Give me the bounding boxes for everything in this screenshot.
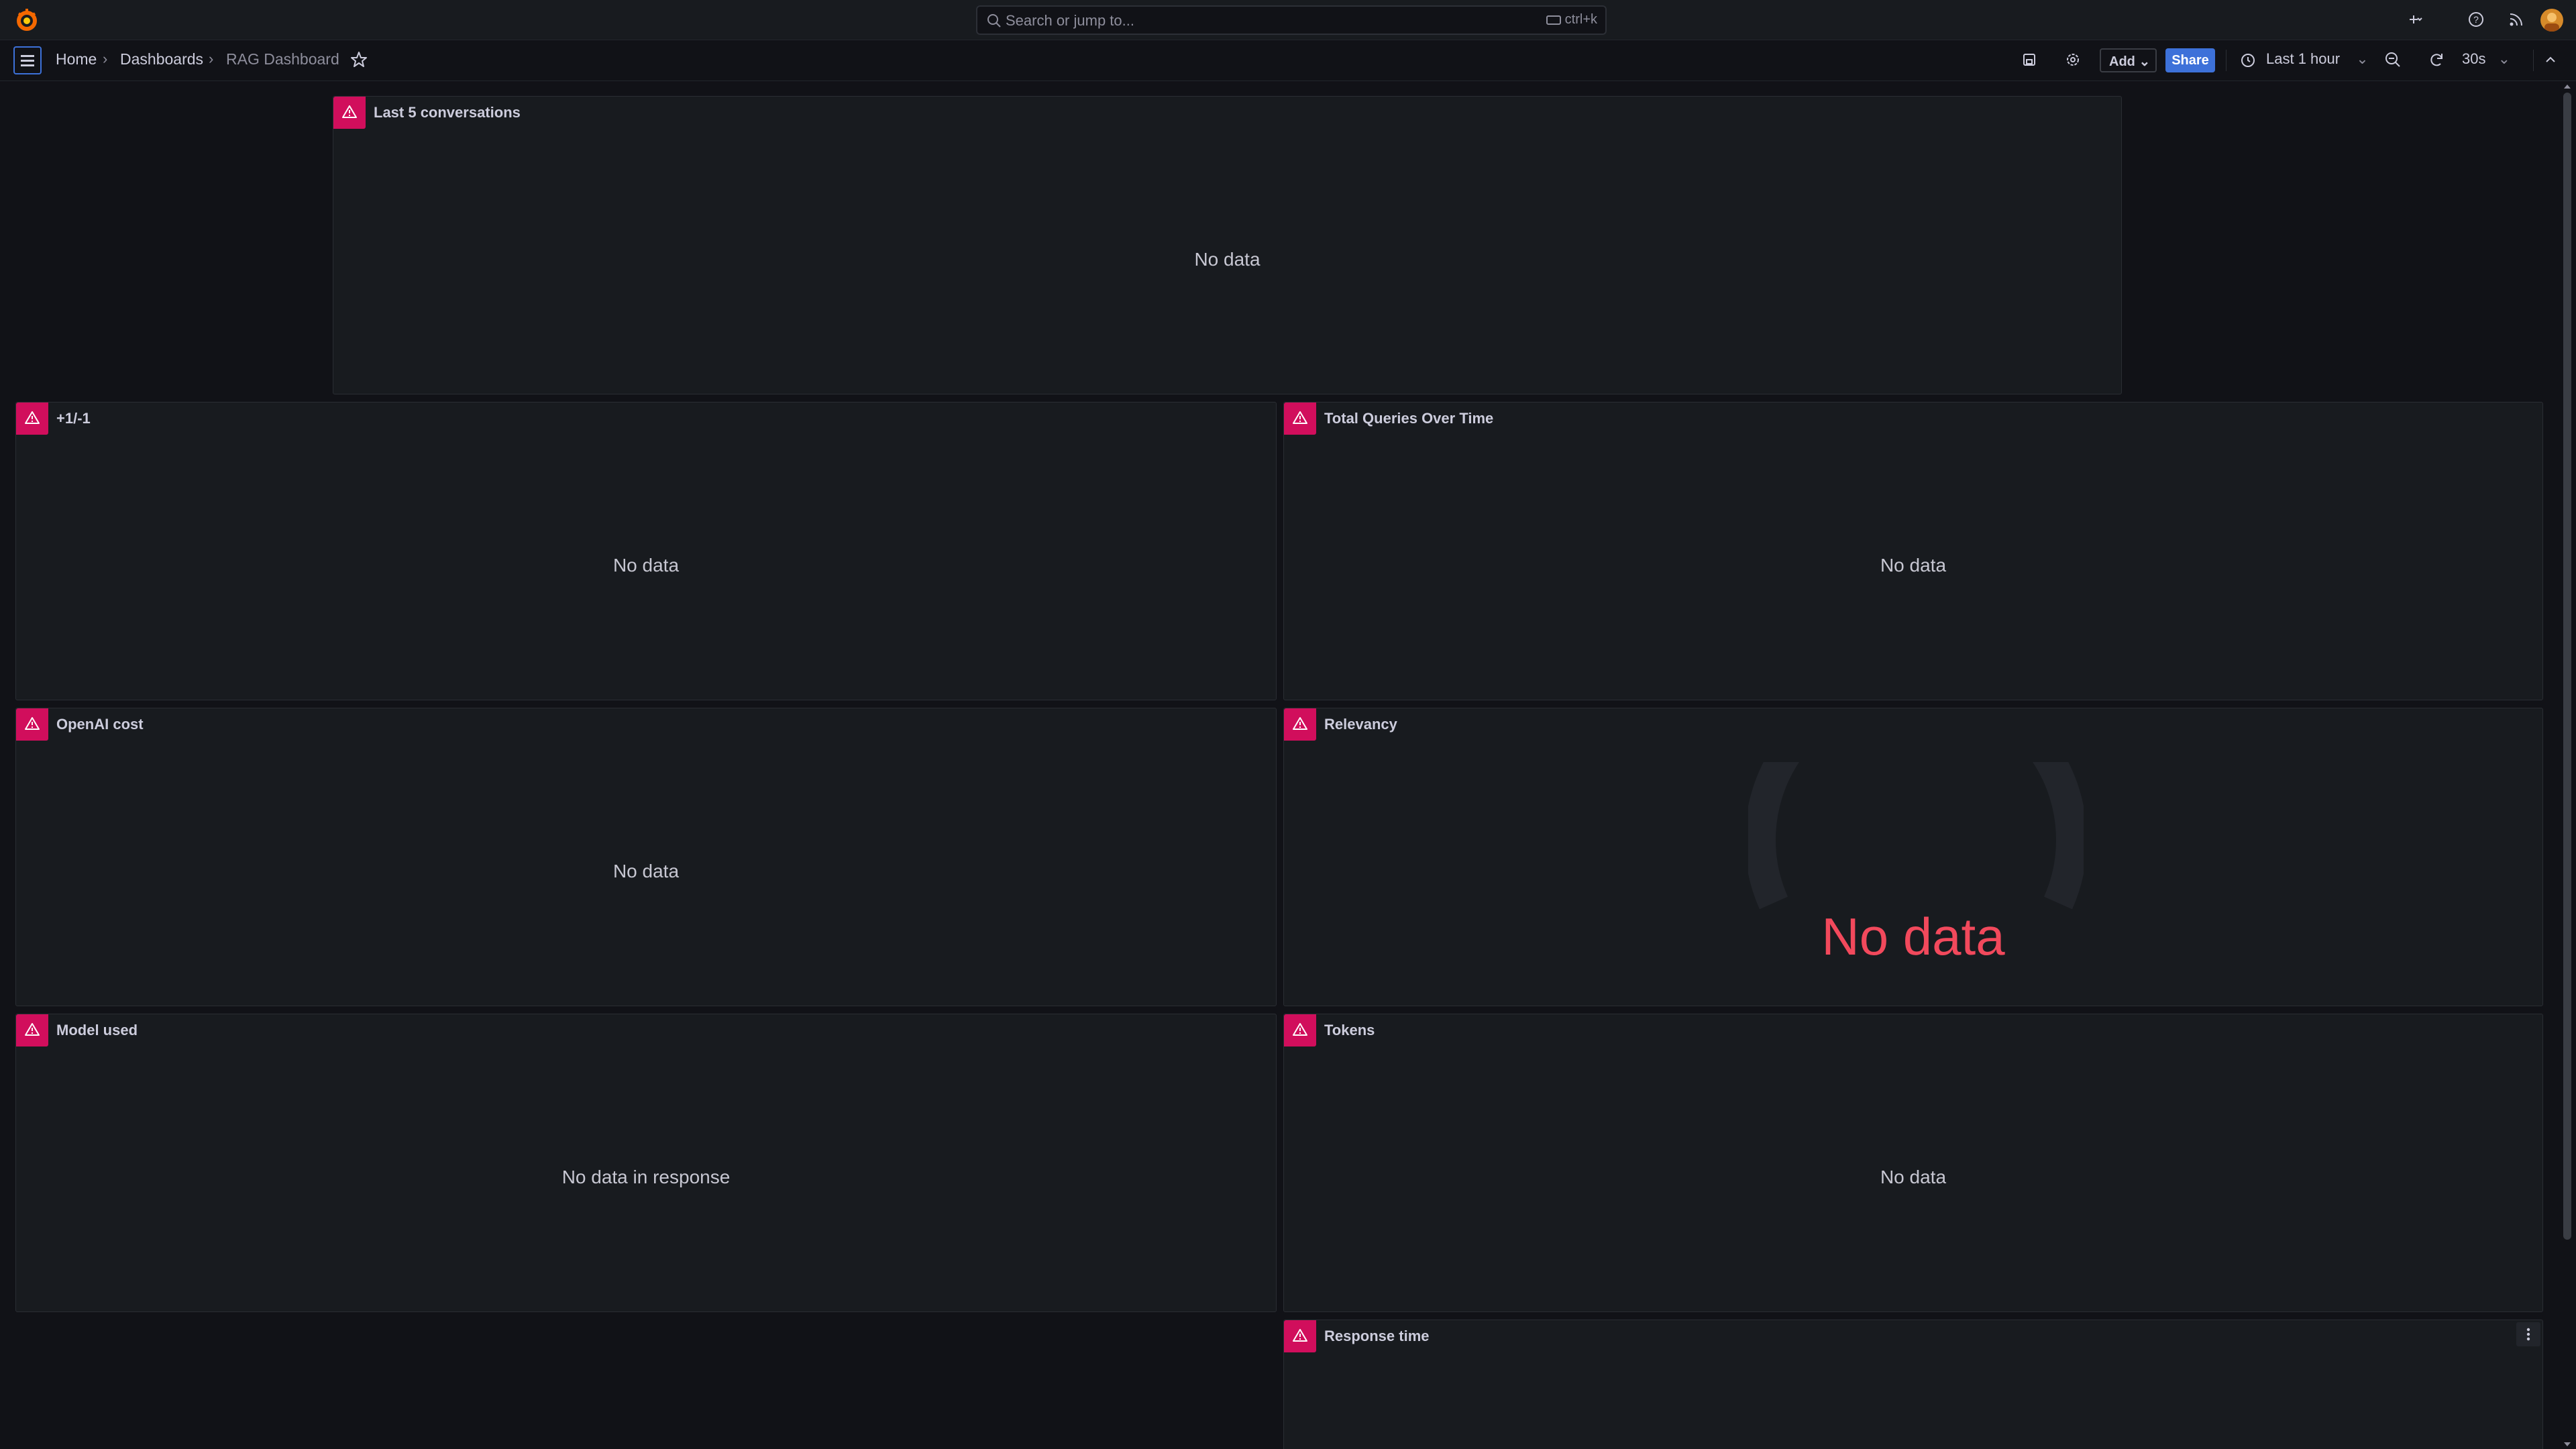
help-icon[interactable]: ?: [2466, 9, 2486, 30]
warning-icon: [1293, 717, 1307, 730]
svg-text:?: ?: [2473, 14, 2479, 25]
settings-icon[interactable]: [2063, 50, 2082, 69]
no-data-message: No data: [612, 555, 680, 576]
add-button[interactable]: Add ⌄: [2100, 48, 2157, 72]
panel-warning[interactable]: [1284, 708, 1316, 741]
breadcrumb-current: RAG Dashboard: [226, 50, 339, 68]
star-icon[interactable]: [349, 50, 369, 70]
panel-title: Tokens: [1324, 1022, 1375, 1038]
add-label: Add: [2109, 54, 2135, 69]
no-data-message: No data: [612, 861, 680, 881]
panel-response-time[interactable]: Response time: [1283, 1320, 2543, 1449]
news-feed-icon[interactable]: [2506, 9, 2526, 30]
grafana-logo[interactable]: [13, 7, 40, 34]
plus-icon[interactable]: [2403, 9, 2423, 30]
keyboard-icon: [1546, 15, 1561, 25]
top-bar: Search or jump to... ctrl+k ?: [0, 0, 2576, 40]
share-button[interactable]: Share: [2165, 48, 2215, 72]
search-icon: [987, 14, 1001, 28]
search-input[interactable]: Search or jump to... ctrl+k: [976, 5, 1607, 35]
panel-title: OpenAI cost: [56, 716, 144, 733]
panel-warning[interactable]: [1284, 1014, 1316, 1046]
panel-warning[interactable]: [1284, 1320, 1316, 1352]
divider: [2533, 50, 2534, 71]
chevron-down-icon: ⌄: [2356, 50, 2369, 67]
panel-tokens[interactable]: Tokens No data: [1283, 1014, 2543, 1312]
breadcrumb-dashboards[interactable]: Dashboards: [120, 50, 203, 68]
panel-feedback[interactable]: +1/-1 No data: [15, 402, 1277, 700]
scroll-down-icon[interactable]: [2561, 1440, 2573, 1449]
warning-icon: [1293, 1329, 1307, 1342]
panel-model-used[interactable]: Model used No data in response: [15, 1014, 1277, 1312]
avatar-icon: [2544, 13, 2559, 32]
panel-warning[interactable]: [16, 708, 48, 741]
refresh-icon[interactable]: [2427, 50, 2446, 69]
menu-toggle-button[interactable]: [13, 46, 42, 74]
no-data-message: No data: [1880, 1167, 1947, 1187]
panel-title: +1/-1: [56, 410, 91, 427]
panel-total-queries-over-time[interactable]: Total Queries Over Time No data: [1283, 402, 2543, 700]
panel-title: Model used: [56, 1022, 138, 1038]
panel-openai-cost[interactable]: OpenAI cost No data: [15, 708, 1277, 1006]
panel-title: Last 5 conversations: [374, 104, 521, 121]
no-data-message: No data: [1880, 555, 1947, 576]
clock-icon: [2241, 54, 2255, 67]
breadcrumb-home[interactable]: Home: [56, 50, 97, 68]
panel-warning[interactable]: [16, 1014, 48, 1046]
warning-icon: [25, 1023, 40, 1036]
zoom-out-icon[interactable]: [2383, 50, 2402, 69]
page-scrollbar[interactable]: [2561, 82, 2573, 1449]
panel-warning[interactable]: [16, 402, 48, 435]
user-avatar[interactable]: [2540, 9, 2563, 32]
shortcut-label: ctrl+k: [1564, 12, 1597, 27]
panel-last-5-conversations[interactable]: Last 5 conversations No data: [333, 96, 2122, 394]
panel-warning[interactable]: [333, 97, 366, 129]
chevron-right-icon: ›: [209, 50, 214, 67]
warning-icon: [1293, 1023, 1307, 1036]
scroll-thumb[interactable]: [2563, 93, 2571, 1240]
no-data-message: No data in response: [561, 1167, 731, 1187]
no-data-message: No data: [1194, 249, 1260, 270]
gauge-no-data-message: No data: [1821, 907, 2005, 966]
panel-warning[interactable]: [1284, 402, 1316, 435]
panel-menu-button[interactable]: [2516, 1322, 2540, 1346]
warning-icon: [1293, 411, 1307, 424]
search-shortcut: ctrl+k: [1546, 12, 1597, 28]
more-vertical-icon: [2526, 1328, 2530, 1341]
warning-icon: [25, 411, 40, 424]
warning-icon: [342, 105, 357, 118]
panel-relevancy[interactable]: Relevancy No data: [1283, 708, 2543, 1006]
time-range-label: Last 1 hour: [2266, 50, 2341, 67]
refresh-interval-label: 30s: [2462, 50, 2486, 67]
time-range-picker[interactable]: Last 1 hour ⌄: [2266, 50, 2369, 68]
save-icon[interactable]: [2020, 50, 2039, 69]
dashboard-nav-bar: Home › Dashboards › RAG Dashboard Add ⌄ …: [0, 40, 2576, 81]
search-placeholder: Search or jump to...: [1006, 12, 1134, 29]
chevron-up-icon[interactable]: [2541, 50, 2560, 69]
panel-title: Response time: [1324, 1328, 1430, 1344]
panel-title: Total Queries Over Time: [1324, 410, 1494, 427]
warning-icon: [25, 717, 40, 730]
chevron-down-icon: ⌄: [2498, 50, 2511, 67]
scroll-up-icon[interactable]: [2561, 82, 2573, 91]
panel-title: Relevancy: [1324, 716, 1397, 733]
refresh-interval-picker[interactable]: 30s ⌄: [2462, 50, 2510, 68]
chevron-right-icon: ›: [103, 50, 108, 67]
chevron-down-icon: ⌄: [2139, 54, 2151, 69]
